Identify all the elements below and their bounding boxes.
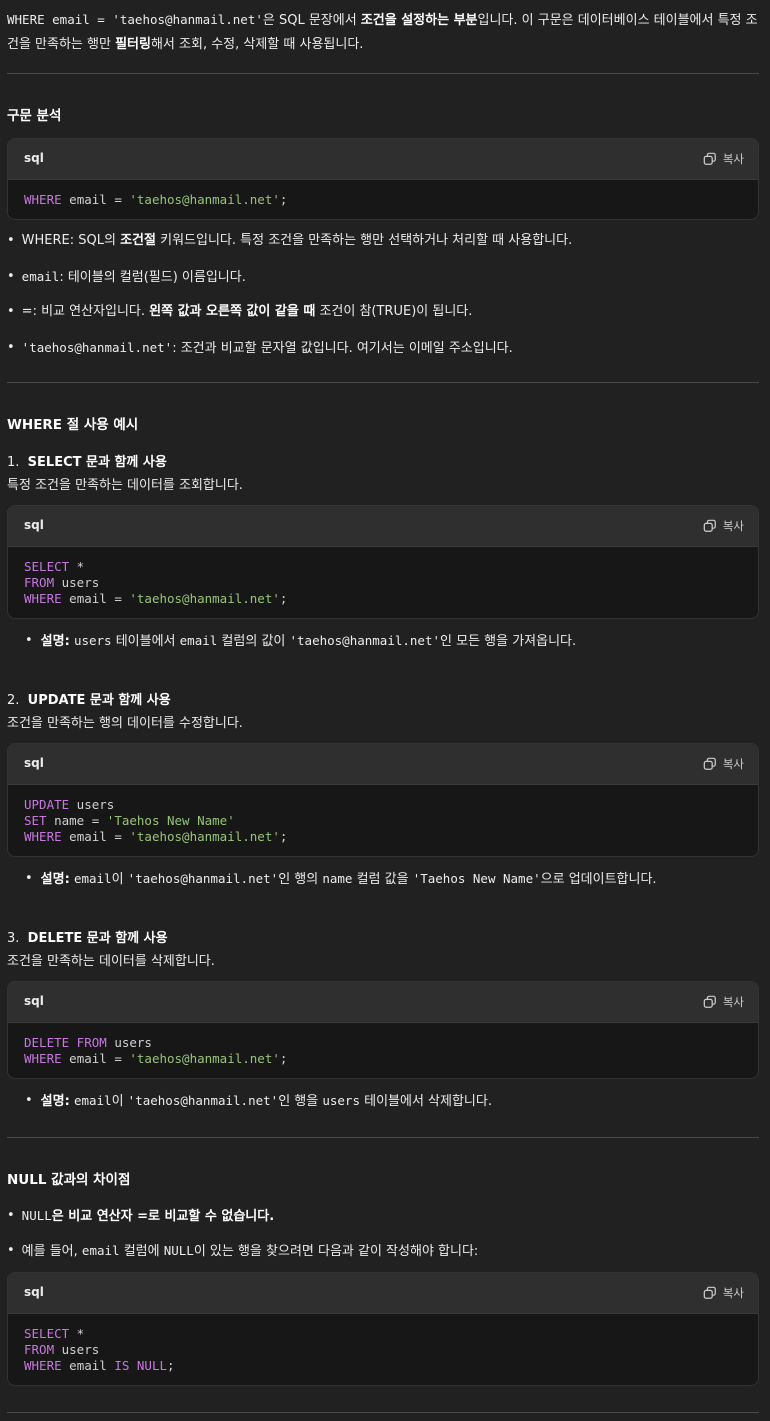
code-body: SELECT * FROM users WHERE email = 'taeho… <box>24 559 288 606</box>
list-item: • email: 테이블의 컬럼(필드) 이름입니다. <box>7 269 246 285</box>
copy-button[interactable]: 복사 <box>703 755 744 773</box>
list-item: • NULL은 비교 연산자 =로 비교할 수 없습니다. <box>7 1208 275 1224</box>
divider <box>7 382 759 383</box>
section-title-syntax: 구문 분석 <box>7 108 62 124</box>
section-title-null: NULL 값과의 차이점 <box>7 1172 131 1188</box>
list-item: • 설명: users 테이블에서 email 컬럼의 값이 'taehos@h… <box>25 633 577 649</box>
intro-bold-2: 필터링 <box>115 37 151 52</box>
intro-text-3: 해서 조회, 수정, 삭제할 때 사용됩니다. <box>150 37 364 52</box>
code-header: sql 복사 <box>8 982 758 1023</box>
code-body: WHERE email = 'taehos@hanmail.net'; <box>24 192 288 207</box>
divider <box>7 1412 759 1413</box>
copy-icon <box>703 519 716 532</box>
intro-paragraph: WHERE email = 'taehos@hanmail.net'은 SQL … <box>7 4 763 57</box>
copy-label: 복사 <box>722 518 744 533</box>
code-body: UPDATE users SET name = 'Taehos New Name… <box>24 797 288 844</box>
code-language-label: sql <box>24 151 44 166</box>
code-block-update: sql 복사 UPDATE users SET name = 'Taehos N… <box>7 743 759 857</box>
section-title-examples: WHERE 절 사용 예시 <box>7 417 139 433</box>
copy-button[interactable]: 복사 <box>703 150 744 168</box>
intro-bold-1: 조건을 설정하는 부분 <box>360 13 478 28</box>
copy-label: 복사 <box>722 994 744 1009</box>
divider <box>7 1137 759 1138</box>
copy-label: 복사 <box>722 1285 744 1300</box>
code-block-null: sql 복사 SELECT * FROM users WHERE email I… <box>7 1272 759 1386</box>
example-3-desc: 조건을 만족하는 데이터를 삭제합니다. <box>7 954 215 969</box>
copy-button[interactable]: 복사 <box>703 1284 744 1302</box>
code-header: sql 복사 <box>8 744 758 785</box>
list-item: • 설명: email이 'taehos@hanmail.net'인 행의 na… <box>25 871 657 887</box>
code-block-syntax: sql 복사 WHERE email = 'taehos@hanmail.net… <box>7 138 759 220</box>
copy-button[interactable]: 복사 <box>703 517 744 535</box>
intro-text-1: 은 SQL 문장에서 <box>262 13 361 28</box>
example-1-title: 1. SELECT 문과 함께 사용 <box>7 455 167 470</box>
code-block-select: sql 복사 SELECT * FROM users WHERE email =… <box>7 505 759 619</box>
copy-label: 복사 <box>722 151 744 166</box>
code-block-delete: sql 복사 DELETE FROM users WHERE email = '… <box>7 981 759 1079</box>
list-item: • WHERE: SQL의 조건절 키워드입니다. 특정 조건을 만족하는 행만… <box>7 233 573 248</box>
copy-icon <box>703 995 716 1008</box>
code-language-label: sql <box>24 756 44 771</box>
code-header: sql 복사 <box>8 139 758 180</box>
code-header: sql 복사 <box>8 506 758 547</box>
list-item: • =: 비교 연산자입니다. 왼쪽 값과 오른쪽 값이 같을 때 조건이 참(… <box>7 304 473 319</box>
list-item: • 예를 들어, email 컬럼에 NULL이 있는 행을 찾으려면 다음과 … <box>7 1243 479 1259</box>
code-language-label: sql <box>24 518 44 533</box>
copy-icon <box>703 1286 716 1299</box>
code-header: sql 복사 <box>8 1273 758 1314</box>
list-item: • 'taehos@hanmail.net': 조건과 비교할 문자열 값입니다… <box>7 340 513 356</box>
copy-label: 복사 <box>722 756 744 771</box>
list-item: • 설명: email이 'taehos@hanmail.net'인 행을 us… <box>25 1093 492 1109</box>
copy-icon <box>703 757 716 770</box>
code-language-label: sql <box>24 994 44 1009</box>
example-1-desc: 특정 조건을 만족하는 데이터를 조회합니다. <box>7 478 243 493</box>
code-language-label: sql <box>24 1285 44 1300</box>
code-body: SELECT * FROM users WHERE email IS NULL; <box>24 1326 175 1373</box>
copy-icon <box>703 152 716 165</box>
code-body: DELETE FROM users WHERE email = 'taehos@… <box>24 1035 288 1066</box>
intro-code: WHERE email = 'taehos@hanmail.net' <box>7 12 263 27</box>
copy-button[interactable]: 복사 <box>703 993 744 1011</box>
divider <box>7 73 759 74</box>
example-3-title: 3. DELETE 문과 함께 사용 <box>7 931 168 946</box>
example-2-title: 2. UPDATE 문과 함께 사용 <box>7 693 171 708</box>
example-2-desc: 조건을 만족하는 행의 데이터를 수정합니다. <box>7 716 243 731</box>
